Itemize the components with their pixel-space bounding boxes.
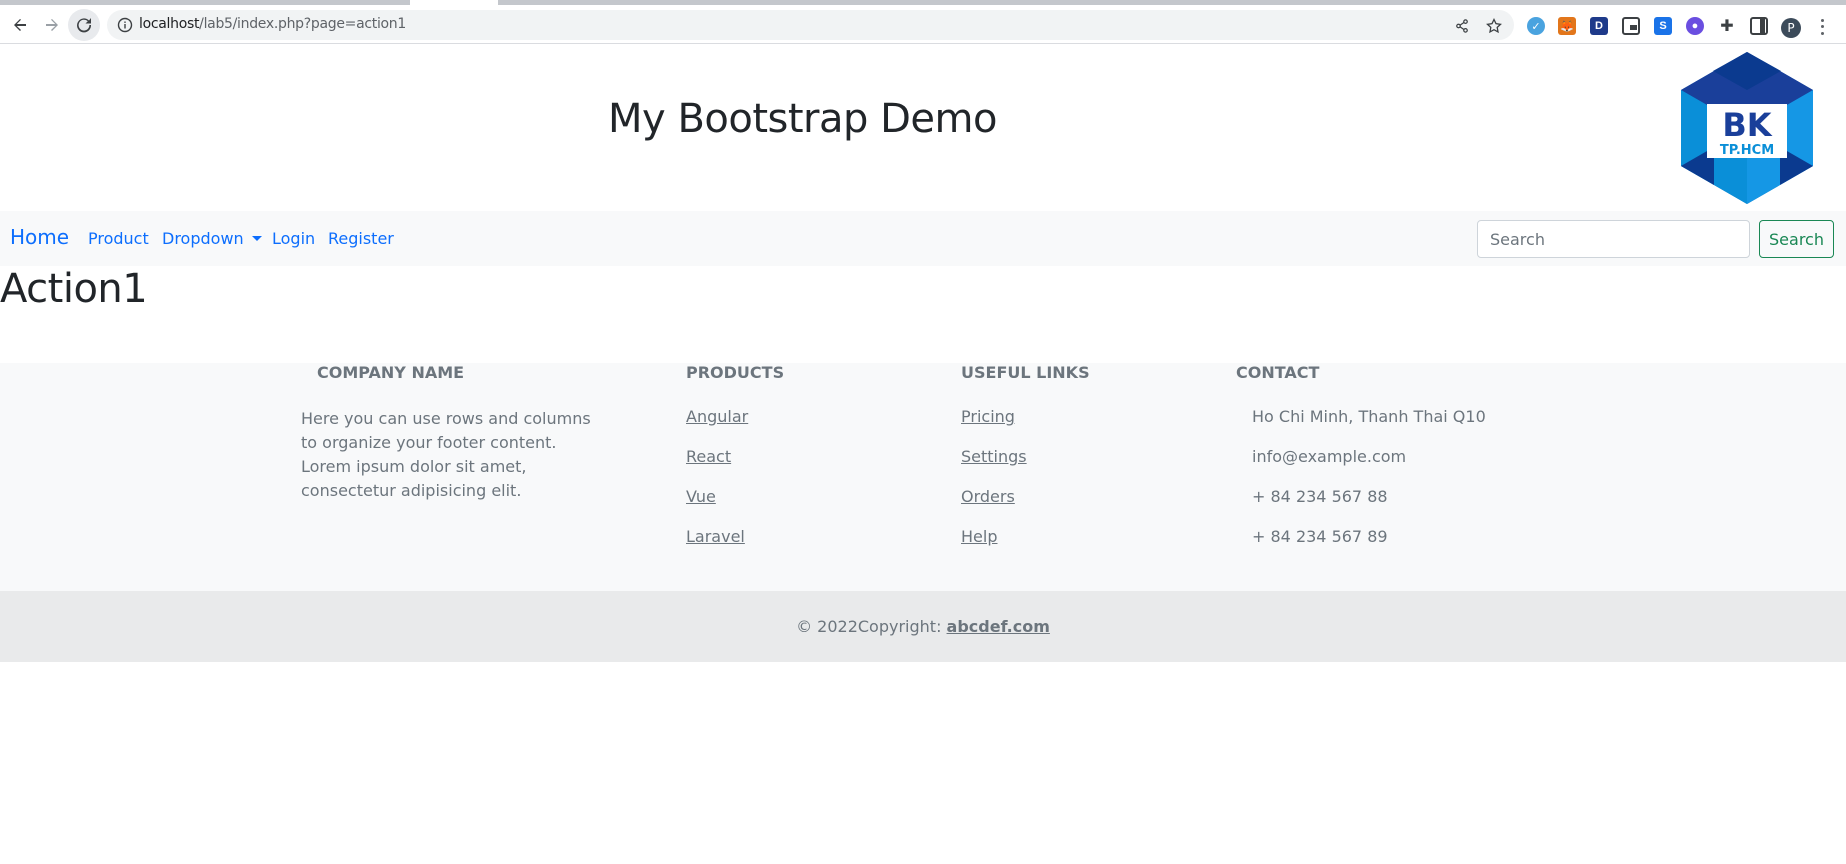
search-button[interactable]: Search <box>1759 220 1834 258</box>
footer-link-help[interactable]: Help <box>961 527 997 546</box>
search-input[interactable] <box>1477 220 1750 258</box>
forward-button[interactable] <box>36 9 68 41</box>
extension-circle-icon[interactable]: ● <box>1686 17 1704 35</box>
metamask-icon[interactable]: 🦊 <box>1558 17 1576 35</box>
puzzle-extensions-icon[interactable]: ✚ <box>1718 17 1736 35</box>
footer-contact-title: Contact <box>1236 363 1320 382</box>
back-button[interactable] <box>4 9 36 41</box>
url-text: localhost/lab5/index.php?page=action1 <box>139 16 406 32</box>
footer-link-laravel[interactable]: Laravel <box>686 527 745 546</box>
footer-link-pricing[interactable]: Pricing <box>961 407 1015 426</box>
copyright-link[interactable]: abcdef.com <box>947 617 1050 636</box>
profile-avatar[interactable]: P <box>1781 18 1801 38</box>
footer-link-orders[interactable]: Orders <box>961 487 1015 506</box>
arrow-right-icon <box>46 19 58 31</box>
logo-text: BK <box>1722 106 1772 144</box>
footer-company-text: Here you can use rows and columns to org… <box>301 409 591 500</box>
contact-email: info@example.com <box>1252 447 1407 466</box>
address-bar[interactable]: localhost/lab5/index.php?page=action1 <box>107 10 1514 40</box>
contact-address: Ho Chi Minh, Thanh Thai Q10 <box>1252 407 1486 426</box>
side-panel-icon[interactable] <box>1750 17 1768 35</box>
url-host: localhost <box>139 16 200 32</box>
extension-d-icon[interactable]: D <box>1590 17 1608 35</box>
footer-link-react[interactable]: React <box>686 447 731 466</box>
caret-down-icon <box>251 236 262 241</box>
browser-toolbar: localhost/lab5/index.php?page=action1 ✓ … <box>0 5 1846 44</box>
nav-register-link[interactable]: Register <box>328 229 394 248</box>
footer-useful-links-title: Useful links <box>961 363 1090 382</box>
bookmark-star-icon[interactable] <box>1485 17 1503 35</box>
university-logo: BK TP.HCM <box>1681 52 1813 204</box>
main-navbar: Home Product Dropdown Login Register Sea… <box>0 211 1846 266</box>
copyright-bar: © 2022Copyright: abcdef.com <box>0 591 1846 662</box>
reload-icon <box>77 18 92 33</box>
share-icon[interactable] <box>1453 17 1471 35</box>
content-heading: Action1 <box>0 266 148 312</box>
browser-menu-icon[interactable] <box>1816 17 1828 37</box>
reload-button[interactable] <box>68 9 100 41</box>
extension-s-icon[interactable]: S <box>1654 17 1672 35</box>
footer: Company name Here you can use rows and c… <box>0 363 1846 591</box>
footer-products-title: Products <box>686 363 785 382</box>
picture-in-picture-icon[interactable] <box>1622 17 1640 35</box>
contact-phone: + 84 234 567 88 <box>1252 487 1388 506</box>
footer-link-vue[interactable]: Vue <box>686 487 716 506</box>
footer-link-settings[interactable]: Settings <box>961 447 1027 466</box>
info-icon[interactable] <box>117 17 133 33</box>
nav-login-link[interactable]: Login <box>272 229 315 248</box>
logo-subtext: TP.HCM <box>1720 143 1774 158</box>
contact-phone-alt: + 84 234 567 89 <box>1252 527 1388 546</box>
footer-company-title: Company name <box>317 363 465 382</box>
page-title: My Bootstrap Demo <box>608 96 997 142</box>
arrow-left-icon <box>14 19 26 31</box>
extension-icon[interactable]: ✓ <box>1527 17 1545 35</box>
nav-dropdown-label: Dropdown <box>162 229 244 248</box>
nav-product-link[interactable]: Product <box>88 229 149 248</box>
copyright-text: © 2022Copyright: <box>796 617 947 636</box>
nav-home-link[interactable]: Home <box>10 225 69 249</box>
footer-link-angular[interactable]: Angular <box>686 407 748 426</box>
nav-dropdown-toggle[interactable]: Dropdown <box>162 229 262 248</box>
url-path: /lab5/index.php?page=action1 <box>199 16 406 32</box>
